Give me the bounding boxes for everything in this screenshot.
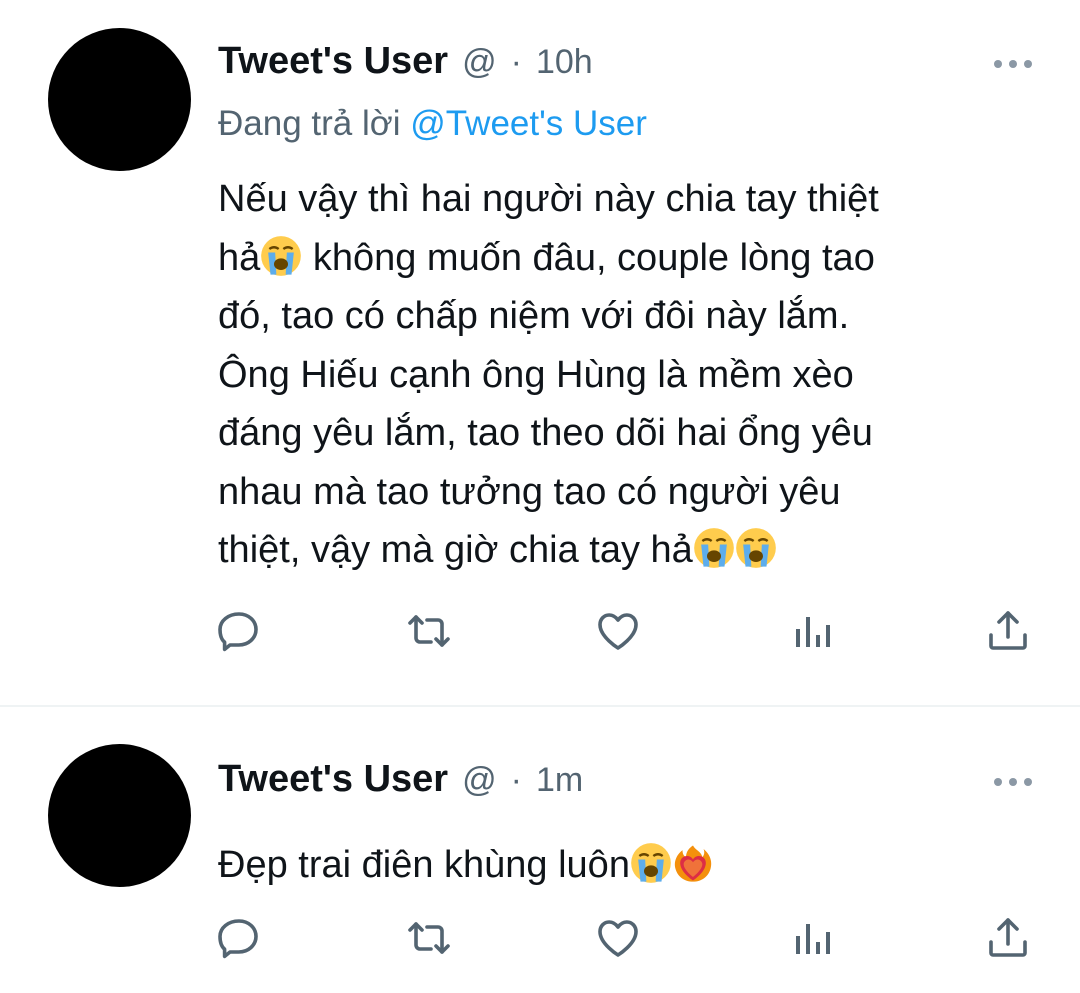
- avatar[interactable]: [48, 744, 191, 887]
- text-line: Ông Hiếu cạnh ông Hùng là mềm xèo: [218, 353, 854, 396]
- tweet-text: Nếu vậy thì hai người này chia tay thiệt…: [218, 170, 1018, 580]
- views-button[interactable]: [784, 910, 840, 966]
- text-fragment: thiệt, vậy mà giờ chia tay hả: [218, 529, 693, 571]
- speech-bubble-icon: [218, 612, 258, 652]
- more-dots-icon[interactable]: [994, 60, 1032, 68]
- heart-on-fire-icon: [672, 842, 714, 884]
- tweet[interactable]: Tweet's User @ · 1m Đẹp trai điên khùng …: [0, 708, 1080, 993]
- avatar[interactable]: [48, 28, 191, 171]
- separator: ·: [510, 761, 522, 799]
- more-dots-icon[interactable]: [994, 778, 1032, 786]
- tweet-header: Tweet's User @ · 10h: [218, 40, 593, 83]
- text-line: Nếu vậy thì hai người này chia tay thiệt: [218, 178, 879, 220]
- handle[interactable]: @: [462, 43, 497, 82]
- text-fragment: không muốn đâu, couple lòng tao: [302, 236, 875, 279]
- bar-chart-icon: [796, 617, 830, 647]
- retweet-icon: [408, 615, 450, 647]
- text-line: đó, tao có chấp niệm với đôi này lắm.: [218, 295, 850, 337]
- retweet-icon: [408, 922, 450, 954]
- share-upload-icon: [989, 611, 1027, 650]
- text-line: thiệt, vậy mà giờ chia tay hả: [218, 521, 1018, 580]
- tweet[interactable]: Tweet's User @ · 10h Đang trả lời @Tweet…: [0, 0, 1080, 706]
- speech-bubble-icon: [218, 919, 258, 959]
- like-button[interactable]: [590, 910, 646, 966]
- timestamp[interactable]: 1m: [536, 761, 583, 800]
- user-name[interactable]: Tweet's User: [218, 758, 448, 801]
- share-button[interactable]: [980, 603, 1036, 659]
- retweet-button[interactable]: [401, 603, 457, 659]
- replying-to-label: Đang trả lời: [218, 104, 401, 143]
- handle[interactable]: @: [462, 761, 497, 800]
- bar-chart-icon: [796, 924, 830, 954]
- tweet-actions: [0, 910, 1080, 970]
- loudly-crying-face-icon: [735, 527, 777, 569]
- timestamp[interactable]: 10h: [536, 43, 593, 82]
- views-button[interactable]: [784, 603, 840, 659]
- reply-button[interactable]: [211, 603, 267, 659]
- loudly-crying-face-icon: [630, 842, 672, 884]
- reply-button[interactable]: [211, 910, 267, 966]
- text-line: đáng yêu lắm, tao theo dõi hai ổng yêu: [218, 412, 873, 454]
- separator: ·: [510, 43, 522, 81]
- loudly-crying-face-icon: [260, 235, 302, 277]
- text-line: nhau mà tao tưởng tao có người yêu: [218, 470, 841, 513]
- text-fragment: hả: [218, 236, 261, 279]
- heart-icon: [598, 613, 638, 650]
- tweet-header: Tweet's User @ · 1m: [218, 758, 583, 801]
- like-button[interactable]: [590, 603, 646, 659]
- text-line: Đẹp trai điên khùng luôn: [218, 836, 1018, 895]
- share-button[interactable]: [980, 910, 1036, 966]
- heart-icon: [598, 920, 638, 957]
- replying-to: Đang trả lời @Tweet's User: [218, 104, 647, 144]
- tweet-divider: [0, 705, 1080, 707]
- share-upload-icon: [989, 918, 1027, 957]
- loudly-crying-face-icon: [693, 527, 735, 569]
- tweet-text: Đẹp trai điên khùng luôn: [218, 836, 1018, 895]
- user-name[interactable]: Tweet's User: [218, 40, 448, 83]
- mention-link[interactable]: @Tweet's User: [410, 104, 647, 143]
- tweet-actions: [0, 603, 1080, 663]
- text-line: hả không muốn đâu, couple lòng tao: [218, 229, 1018, 288]
- retweet-button[interactable]: [401, 910, 457, 966]
- text-fragment: Đẹp trai điên khùng luôn: [218, 844, 630, 886]
